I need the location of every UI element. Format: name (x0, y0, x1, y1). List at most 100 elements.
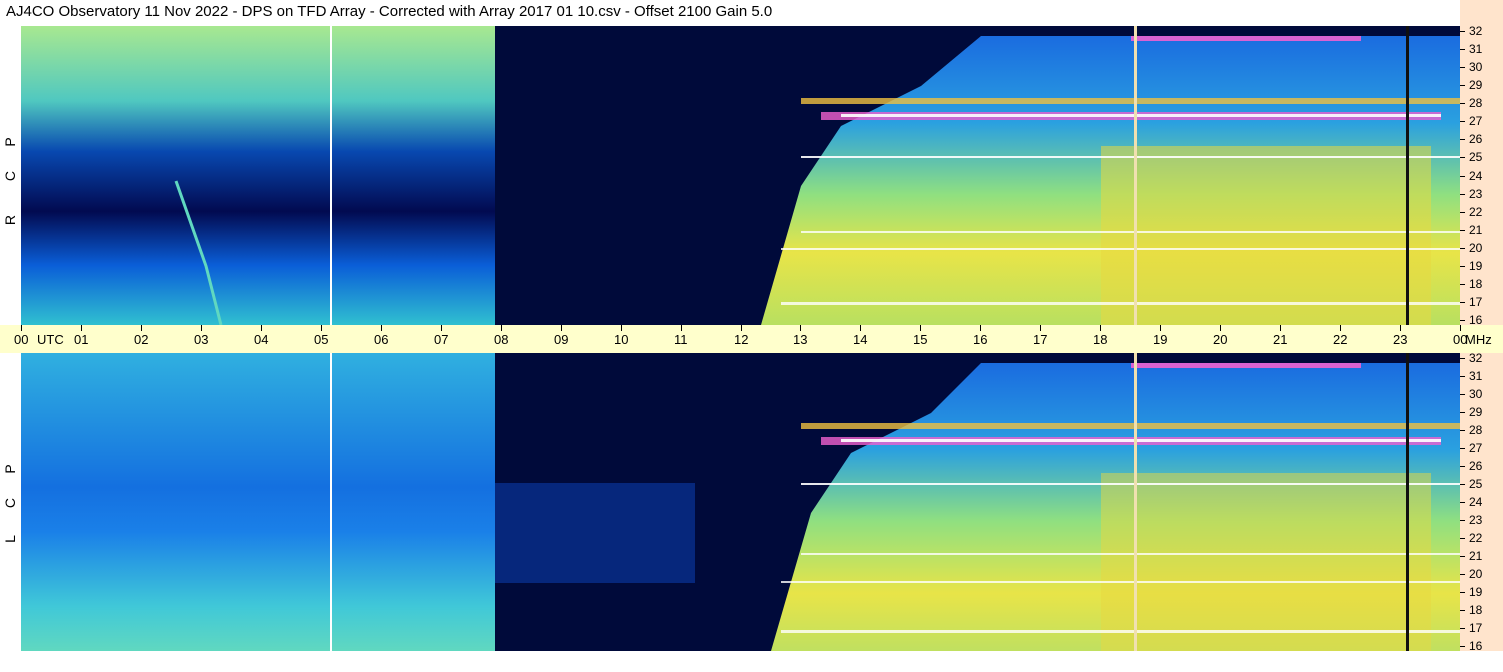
freq-label: 24 (1469, 495, 1483, 509)
freq-label: 31 (1469, 42, 1483, 56)
lcp-spectrogram-image (21, 353, 1460, 651)
chart-title: AJ4CO Observatory 11 Nov 2022 - DPS on T… (6, 3, 773, 20)
freq-tick (1460, 430, 1465, 431)
hour-label: 21 (1273, 332, 1288, 347)
freq-axis-lcp: 32 31 30 29 28 27 26 25 24 23 22 21 20 19 18 17 16 (1460, 351, 1503, 653)
hour-label: 10 (614, 332, 629, 347)
freq-tick (1460, 230, 1465, 231)
hour-label: 23 (1393, 332, 1408, 347)
freq-tick (1460, 284, 1465, 285)
freq-tick (1460, 538, 1465, 539)
freq-tick (1460, 49, 1465, 50)
lcp-spectrogram (21, 353, 1460, 651)
hour-tick (21, 325, 22, 331)
hour-tick (681, 325, 682, 331)
hour-label: 03 (194, 332, 209, 347)
freq-tick (1460, 484, 1465, 485)
freq-label: 26 (1469, 132, 1483, 146)
hour-label: 05 (314, 332, 329, 347)
freq-label: 32 (1469, 351, 1483, 365)
freq-tick (1460, 592, 1465, 593)
hour-tick (741, 325, 742, 331)
freq-label: 21 (1469, 549, 1483, 563)
freq-label: 23 (1469, 187, 1483, 201)
hour-tick (501, 325, 502, 331)
hour-label: 00 (14, 332, 29, 347)
freq-tick (1460, 194, 1465, 195)
freq-tick (1460, 266, 1465, 267)
hour-label: 14 (853, 332, 868, 347)
freq-label: 26 (1469, 459, 1483, 473)
freq-label: 25 (1469, 477, 1483, 491)
freq-label: 28 (1469, 96, 1483, 110)
freq-label: 24 (1469, 169, 1483, 183)
pol-letter-p: P (2, 137, 18, 147)
hour-label: 15 (913, 332, 928, 347)
time-unit-label: UTC (37, 332, 64, 347)
hour-tick (1040, 325, 1041, 331)
freq-label: 20 (1469, 241, 1483, 255)
hour-tick (81, 325, 82, 331)
freq-label: 17 (1469, 621, 1483, 635)
hour-label: 20 (1213, 332, 1228, 347)
rcp-spectrogram-image (21, 26, 1460, 325)
freq-tick (1460, 103, 1465, 104)
freq-tick (1460, 302, 1465, 303)
header-freq-corner (1460, 0, 1503, 26)
hour-tick (1340, 325, 1341, 331)
hour-label: 06 (374, 332, 389, 347)
rcp-spectrogram (21, 26, 1460, 325)
freq-label: 29 (1469, 78, 1483, 92)
hour-label: 22 (1333, 332, 1348, 347)
hour-tick (261, 325, 262, 331)
freq-tick (1460, 412, 1465, 413)
hour-tick (381, 325, 382, 331)
time-axis: 00 UTC 01 02 03 04 05 06 07 08 09 10 11 12 13 14 15 16 17 1… (0, 325, 1503, 353)
freq-tick (1460, 448, 1465, 449)
hour-label: 01 (74, 332, 89, 347)
pol-letter-c: C (2, 170, 18, 182)
freq-label: 18 (1469, 603, 1483, 617)
hour-label: 11 (674, 332, 688, 347)
hour-label: 18 (1093, 332, 1108, 347)
hour-tick (1100, 325, 1101, 331)
freq-label: 19 (1469, 259, 1483, 273)
hour-label: 09 (554, 332, 569, 347)
hour-label: 07 (434, 332, 449, 347)
freq-tick (1460, 358, 1465, 359)
pol-letter-p: P (2, 464, 18, 474)
freq-tick (1460, 121, 1465, 122)
hour-tick (980, 325, 981, 331)
hour-tick (1400, 325, 1401, 331)
freq-label: 17 (1469, 295, 1483, 309)
freq-label: 30 (1469, 60, 1483, 74)
freq-tick (1460, 556, 1465, 557)
freq-tick (1460, 502, 1465, 503)
hour-tick (800, 325, 801, 331)
freq-label: 32 (1469, 24, 1483, 38)
freq-tick (1460, 574, 1465, 575)
hour-label: 04 (254, 332, 269, 347)
freq-tick (1460, 67, 1465, 68)
freq-label: 18 (1469, 277, 1483, 291)
freq-label: 28 (1469, 423, 1483, 437)
freq-tick (1460, 646, 1465, 647)
freq-tick (1460, 139, 1465, 140)
freq-tick (1460, 85, 1465, 86)
freq-label: 27 (1469, 441, 1483, 455)
hour-tick (141, 325, 142, 331)
hour-tick (1280, 325, 1281, 331)
hour-label: 02 (134, 332, 149, 347)
hour-tick (321, 325, 322, 331)
freq-tick (1460, 376, 1465, 377)
hour-label: 16 (973, 332, 988, 347)
hour-tick (1220, 325, 1221, 331)
freq-label: 29 (1469, 405, 1483, 419)
freq-label: 31 (1469, 369, 1483, 383)
freq-tick (1460, 176, 1465, 177)
hour-tick (201, 325, 202, 331)
freq-label: 27 (1469, 114, 1483, 128)
hour-label: 13 (793, 332, 808, 347)
hour-tick (920, 325, 921, 331)
freq-label: 19 (1469, 585, 1483, 599)
